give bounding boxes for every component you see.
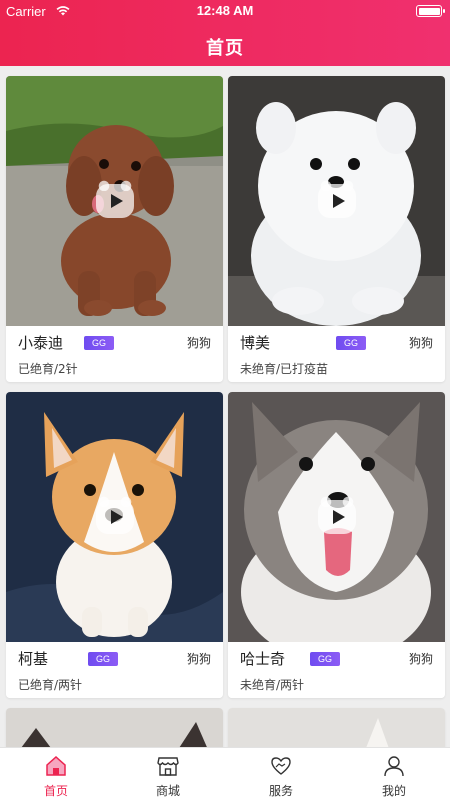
tab-label: 服务 xyxy=(268,784,293,798)
pet-name: 哈士奇 xyxy=(240,650,286,668)
pet-card[interactable]: 哈士奇 GG 狗狗 未绝育/两针 xyxy=(228,392,445,698)
tab-home[interactable]: 首页 xyxy=(0,748,112,800)
pet-card[interactable] xyxy=(228,708,445,747)
pet-category: 狗狗 xyxy=(408,336,433,350)
gender-badge: GG xyxy=(88,652,119,666)
gender-badge: GG xyxy=(336,336,367,350)
pet-description: 未绝育/两针 xyxy=(240,678,305,692)
battery-icon xyxy=(416,5,445,17)
play-video-icon[interactable] xyxy=(318,495,356,534)
tab-label: 首页 xyxy=(43,784,68,798)
pet-info: 哈士奇 GG 狗狗 未绝育/两针 xyxy=(228,642,445,698)
pet-photo[interactable] xyxy=(228,392,445,642)
pet-description: 已绝育/两针 xyxy=(18,678,83,692)
user-icon xyxy=(384,756,404,777)
pet-category: 狗狗 xyxy=(186,336,211,350)
pet-card[interactable] xyxy=(6,708,223,747)
pet-photo[interactable] xyxy=(6,76,223,326)
shop-icon xyxy=(157,757,179,776)
pet-card[interactable]: 小泰迪 GG 狗狗 已绝育/2针 xyxy=(6,76,223,382)
pet-description: 已绝育/2针 xyxy=(18,362,78,376)
play-video-icon[interactable] xyxy=(96,179,134,218)
pet-card[interactable]: 柯基 GG 狗狗 已绝育/两针 xyxy=(6,392,223,698)
pet-photo[interactable] xyxy=(228,76,445,326)
tab-profile[interactable]: 我的 xyxy=(338,748,450,800)
gender-badge: GG xyxy=(84,336,115,350)
pet-description: 未绝育/已打疫苗 xyxy=(240,362,329,376)
pet-name: 小泰迪 xyxy=(18,334,64,352)
pet-photo[interactable] xyxy=(6,708,223,747)
tab-service[interactable]: 服务 xyxy=(225,748,337,800)
pet-category: 狗狗 xyxy=(408,652,433,666)
pet-photo[interactable] xyxy=(228,708,445,747)
pet-info: 柯基 GG 狗狗 已绝育/两针 xyxy=(6,642,223,698)
play-video-icon[interactable] xyxy=(96,495,134,534)
pet-name: 博美 xyxy=(240,334,271,352)
page-title: 首页 xyxy=(206,38,244,59)
pet-photo[interactable] xyxy=(6,392,223,642)
heart-hands-icon xyxy=(271,757,291,775)
pet-category: 狗狗 xyxy=(186,652,211,666)
tab-shop[interactable]: 商城 xyxy=(112,748,224,800)
pet-info: 小泰迪 GG 狗狗 已绝育/2针 xyxy=(6,326,223,382)
tab-label: 商城 xyxy=(155,784,180,798)
app-header: Carrier 12:48 AM 首页 xyxy=(0,0,450,66)
pet-grid[interactable]: 小泰迪 GG 狗狗 已绝育/2针 博美 GG 狗狗 未绝育/已打疫苗 柯基 GG… xyxy=(0,66,450,747)
status-bar: Carrier 12:48 AM xyxy=(0,0,450,22)
bottom-tab-bar: 首页 商城 服务 我的 xyxy=(0,747,450,800)
home-icon xyxy=(46,755,66,776)
gender-badge: GG xyxy=(310,652,341,666)
play-video-icon[interactable] xyxy=(318,179,356,218)
clock: 12:48 AM xyxy=(196,3,254,18)
pet-info: 博美 GG 狗狗 未绝育/已打疫苗 xyxy=(228,326,445,382)
pet-name: 柯基 xyxy=(18,650,49,668)
pet-card[interactable]: 博美 GG 狗狗 未绝育/已打疫苗 xyxy=(228,76,445,382)
tab-label: 我的 xyxy=(381,784,406,798)
